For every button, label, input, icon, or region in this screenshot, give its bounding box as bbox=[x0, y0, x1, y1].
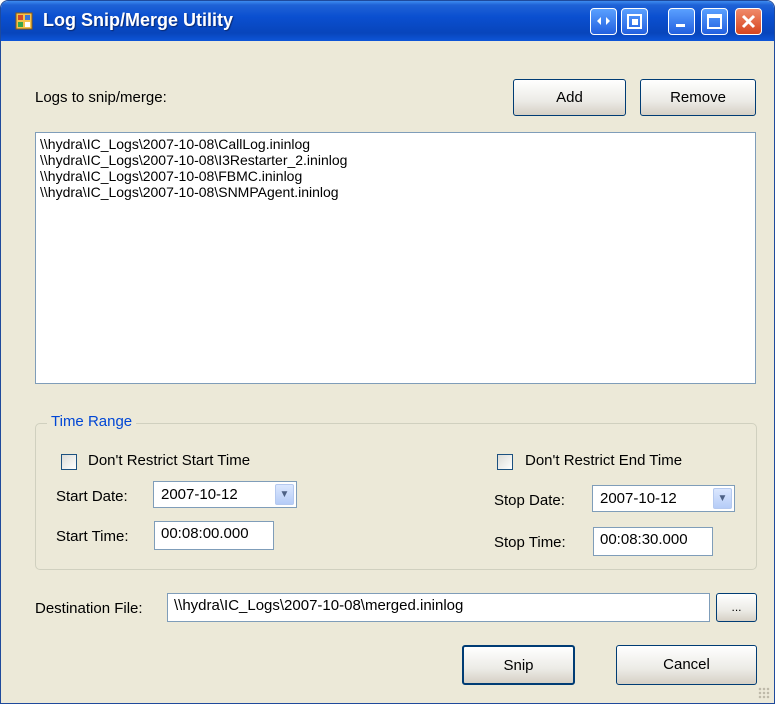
stop-date-value: 2007-10-12 bbox=[600, 490, 677, 507]
extra-left-icon[interactable] bbox=[590, 8, 617, 35]
browse-button-label: ... bbox=[731, 600, 742, 614]
restrict-start-checkbox[interactable] bbox=[61, 454, 77, 470]
list-item[interactable]: \\hydra\IC_Logs\2007-10-08\I3Restarter_2… bbox=[40, 152, 751, 168]
chevron-down-icon[interactable]: ▼ bbox=[275, 484, 294, 505]
remove-button[interactable]: Remove bbox=[640, 79, 756, 116]
logs-listbox[interactable]: \\hydra\IC_Logs\2007-10-08\CallLog.ininl… bbox=[35, 132, 756, 384]
extra-right-icon[interactable] bbox=[621, 8, 648, 35]
logs-label: Logs to snip/merge: bbox=[35, 89, 167, 106]
chevron-down-icon[interactable]: ▼ bbox=[713, 488, 732, 509]
restrict-end-checkbox[interactable] bbox=[497, 454, 513, 470]
start-time-label: Start Time: bbox=[56, 528, 129, 545]
time-range-title: Time Range bbox=[47, 413, 137, 430]
restrict-end-label: Don't Restrict End Time bbox=[525, 452, 683, 469]
start-date-combo[interactable]: 2007-10-12 ▼ bbox=[153, 481, 297, 508]
stop-time-label: Stop Time: bbox=[494, 534, 566, 551]
maximize-icon[interactable] bbox=[701, 8, 728, 35]
stop-date-combo[interactable]: 2007-10-12 ▼ bbox=[592, 485, 735, 512]
start-date-value: 2007-10-12 bbox=[161, 486, 238, 503]
destination-file-input[interactable]: \\hydra\IC_Logs\2007-10-08\merged.ininlo… bbox=[167, 593, 710, 622]
minimize-icon[interactable] bbox=[668, 8, 695, 35]
window-title: Log Snip/Merge Utility bbox=[43, 10, 234, 30]
cancel-button[interactable]: Cancel bbox=[616, 645, 757, 685]
add-button-label: Add bbox=[556, 89, 583, 106]
list-item[interactable]: \\hydra\IC_Logs\2007-10-08\CallLog.ininl… bbox=[40, 136, 751, 152]
add-button[interactable]: Add bbox=[513, 79, 626, 116]
list-item[interactable]: \\hydra\IC_Logs\2007-10-08\SNMPAgent.ini… bbox=[40, 184, 751, 200]
destination-label: Destination File: bbox=[35, 600, 143, 617]
app-window: Log Snip/Merge Utility Logs to snip/merg… bbox=[0, 0, 775, 704]
restrict-start-label: Don't Restrict Start Time bbox=[88, 452, 251, 469]
resize-grip[interactable] bbox=[758, 687, 770, 699]
list-item[interactable]: \\hydra\IC_Logs\2007-10-08\FBMC.ininlog bbox=[40, 168, 751, 184]
cancel-button-label: Cancel bbox=[663, 656, 710, 673]
start-time-input[interactable]: 00:08:00.000 bbox=[154, 521, 274, 550]
title-bar[interactable]: Log Snip/Merge Utility bbox=[1, 1, 774, 41]
snip-button[interactable]: Snip bbox=[462, 645, 575, 685]
browse-button[interactable]: ... bbox=[716, 593, 757, 622]
start-date-label: Start Date: bbox=[56, 488, 128, 505]
snip-button-label: Snip bbox=[503, 657, 534, 674]
close-icon[interactable] bbox=[735, 8, 762, 35]
remove-button-label: Remove bbox=[670, 89, 726, 106]
stop-date-label: Stop Date: bbox=[494, 492, 565, 509]
app-icon bbox=[15, 12, 33, 30]
stop-time-input[interactable]: 00:08:30.000 bbox=[593, 527, 713, 556]
